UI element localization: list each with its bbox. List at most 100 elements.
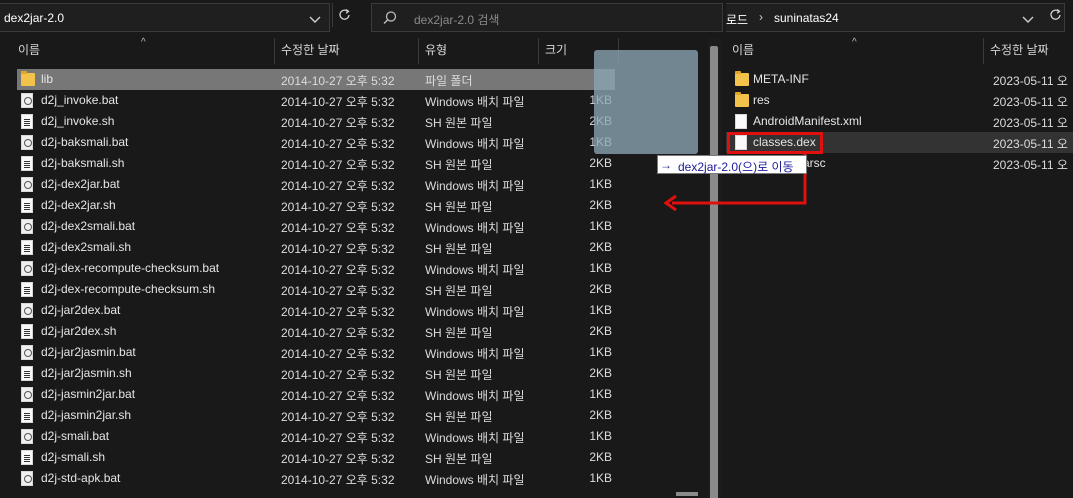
horizontal-scrollbar[interactable] [676,492,698,496]
file-row[interactable]: d2j-dex2smali.bat 2014-10-27 오후 5:32 Windo… [17,216,615,237]
folder-icon [735,71,749,86]
column-name[interactable]: 이름 [726,38,984,64]
file-name: d2j_invoke.bat [41,93,119,107]
file-date: 2023-05-11 오 [993,137,1068,151]
file-row[interactable]: res 2023-05-11 오 [726,90,1073,111]
file-date: 2014-10-27 오후 5:32 [281,368,395,382]
column-type[interactable]: 유형 [419,38,539,64]
file-date: 2023-05-11 오 [993,158,1068,172]
file-date: 2023-05-11 오 [993,74,1068,88]
file-row[interactable]: lib 2014-10-27 오후 5:32 파일 폴더 [17,69,615,90]
vertical-scrollbar[interactable] [708,38,722,498]
file-date: 2014-10-27 오후 5:32 [281,305,395,319]
file-row[interactable]: d2j-dex-recompute-checksum.sh 2014-10-27 … [17,279,615,300]
breadcrumb-separator: › [759,10,763,24]
file-type: SH 원본 파일 [425,410,493,424]
file-row[interactable]: d2j-baksmali.bat 2014-10-27 오후 5:32 Window… [17,132,615,153]
column-name[interactable]: 이름 [12,38,275,64]
chevron-down-icon[interactable] [304,8,326,30]
file-type: Windows 배치 파일 [425,95,525,109]
search-box[interactable]: dex2jar-2.0 검색 [371,3,723,32]
file-row[interactable]: META-INF 2023-05-11 오 [726,69,1073,90]
breadcrumb-item[interactable]: suninatas24 [774,11,839,25]
file-size: 2KB [589,156,612,170]
file-name: d2j-jar2dex.bat [41,303,121,317]
sh-file-icon [21,114,35,129]
file-size: 1KB [589,261,612,275]
file-row[interactable]: d2j-jar2jasmin.sh 2014-10-27 오후 5:32 SH 원본… [17,363,615,384]
breadcrumb[interactable]: 로드 › suninatas24 [726,3,1065,32]
right-explorer-window: 로드 › suninatas24 ^ 이름 수정한 날짜 META-INF 202… [726,0,1073,498]
file-row[interactable]: d2j-jasmin2jar.bat 2014-10-27 오후 5:32 Wind… [17,384,615,405]
column-date[interactable]: 수정한 날짜 [984,38,1073,64]
file-date: 2014-10-27 오후 5:32 [281,116,395,130]
bat-file-icon [21,219,35,234]
bat-file-icon [21,93,35,108]
file-row[interactable]: AndroidManifest.xml 2023-05-11 오 [726,111,1073,132]
file-type: Windows 배치 파일 [425,179,525,193]
file-type: Windows 배치 파일 [425,305,525,319]
file-name: d2j-jar2jasmin.sh [41,366,132,380]
file-size: 2KB [589,450,612,464]
bat-file-icon [21,471,35,486]
file-name: res [753,93,770,107]
file-name: d2j-baksmali.bat [41,135,129,149]
file-row[interactable]: d2j-jar2dex.bat 2014-10-27 오후 5:32 Windows… [17,300,615,321]
file-name: AndroidManifest.xml [753,114,862,128]
sh-file-icon [21,324,35,339]
file-name: d2j-jar2jasmin.bat [41,345,136,359]
file-name: d2j-dex-recompute-checksum.sh [41,282,216,296]
file-type: SH 원본 파일 [425,116,493,130]
file-name: d2j-dex-recompute-checksum.bat [41,261,220,275]
file-row[interactable]: d2j-smali.bat 2014-10-27 오후 5:32 Windows 배… [17,426,615,447]
file-size: 2KB [589,198,612,212]
file-row[interactable]: d2j_invoke.bat 2014-10-27 오후 5:32 Windows … [17,90,615,111]
file-row[interactable]: d2j-baksmali.sh 2014-10-27 오후 5:32 SH 원본 파… [17,153,615,174]
file-size: 1KB [589,177,612,191]
file-size: 2KB [589,240,612,254]
file-row[interactable]: d2j_invoke.sh2014-10-27 오후 5:32SH 원본 파일2… [17,111,615,132]
file-row[interactable]: d2j-dex2jar.sh 2014-10-27 오후 5:32 SH 원본 파일… [17,195,615,216]
file-row[interactable]: d2j-jar2jasmin.bat 2014-10-27 오후 5:32 Wind… [17,342,615,363]
column-date[interactable]: 수정한 날짜 [275,38,419,64]
sh-file-icon [21,408,35,423]
file-row[interactable]: d2j-dex2smali.sh 2014-10-27 오후 5:32 SH 원본 … [17,237,615,258]
file-row[interactable]: d2j-smali.sh 2014-10-27 오후 5:32 SH 원본 파일 2K… [17,447,615,468]
file-name: d2j-dex2smali.bat [41,219,136,233]
file-type: Windows 배치 파일 [425,221,525,235]
file-row[interactable]: d2j-jar2dex.sh 2014-10-27 오후 5:32 SH 원본 파일… [17,321,615,342]
file-date: 2014-10-27 오후 5:32 [281,452,395,466]
file-row[interactable]: d2j-std-apk.bat 2014-10-27 오후 5:32 Windows… [17,468,615,489]
file-name: d2j-smali.bat [41,429,110,443]
bat-file-icon [21,135,35,150]
file-type: SH 원본 파일 [425,284,493,298]
refresh-icon[interactable] [1044,3,1068,27]
chevron-down-icon[interactable] [1017,8,1039,30]
address-bar[interactable]: dex2jar-2.0 [0,3,330,32]
file-type: SH 원본 파일 [425,326,493,340]
drag-move-tooltip: → dex2jar-2.0(으)로 이동 [657,155,807,174]
highlight-box [727,132,823,154]
file-name: d2j-jar2dex.sh [41,324,117,338]
file-name: d2j-baksmali.sh [41,156,125,170]
file-row[interactable]: d2j-dex2jar.bat 2014-10-27 오후 5:32 Windows… [17,174,615,195]
scrollbar-thumb[interactable] [710,46,718,498]
file-date: 2014-10-27 오후 5:32 [281,473,395,487]
file-type: SH 원본 파일 [425,242,493,256]
file-type: Windows 배치 파일 [425,263,525,277]
file-type: Windows 배치 파일 [425,473,525,487]
sh-file-icon [21,198,35,213]
file-date: 2014-10-27 오후 5:32 [281,221,395,235]
refresh-icon[interactable] [332,3,356,27]
file-name: d2j-jasmin2jar.sh [41,408,132,422]
file-date: 2014-10-27 오후 5:32 [281,347,395,361]
file-size: 1KB [589,303,612,317]
file-row[interactable]: d2j-jasmin2jar.sh 2014-10-27 오후 5:32 SH 원본… [17,405,615,426]
file-row[interactable]: d2j-dex-recompute-checksum.bat 2014-10-27… [17,258,615,279]
breadcrumb-item[interactable]: 로드 [726,11,748,28]
file-size: 1KB [589,429,612,443]
file-date: 2014-10-27 오후 5:32 [281,74,395,88]
bat-file-icon [21,261,35,276]
file-name: d2j-dex2smali.sh [41,240,132,254]
file-size: 2KB [589,366,612,380]
